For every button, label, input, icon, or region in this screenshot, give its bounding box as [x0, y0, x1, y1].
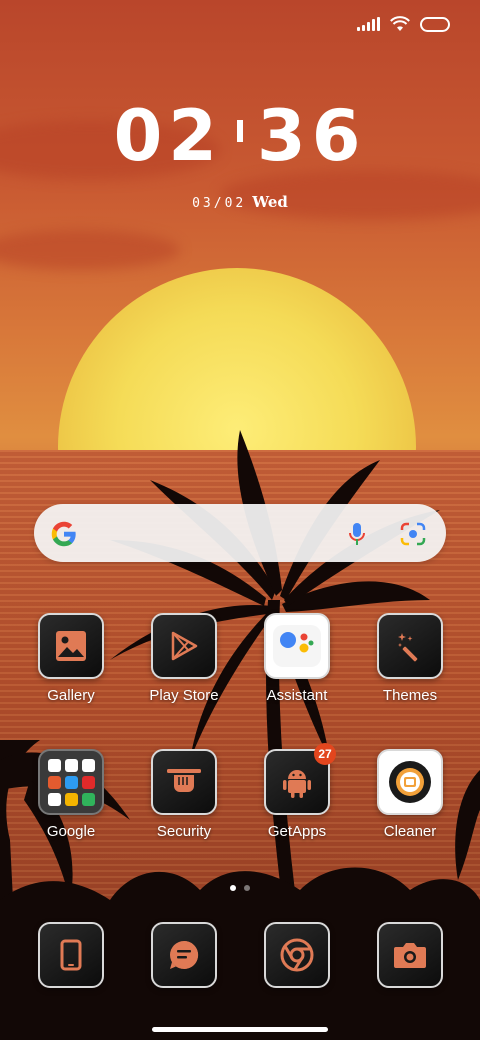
dock-phone[interactable] — [21, 922, 121, 988]
dock-messages[interactable] — [134, 922, 234, 988]
page-indicator[interactable] — [0, 878, 480, 896]
camera-icon — [377, 922, 443, 988]
google-g-icon — [51, 521, 76, 547]
clock-widget[interactable]: 02 36 — [0, 96, 480, 176]
app-label: GetApps — [267, 823, 327, 840]
app-label: Gallery — [47, 687, 95, 704]
folder-icon — [38, 749, 104, 815]
date-widget[interactable]: 03/02 Wed — [0, 192, 480, 211]
app-google-folder[interactable]: Google — [21, 749, 121, 840]
google-lens-icon[interactable] — [400, 522, 426, 546]
magic-wand-icon — [377, 613, 443, 679]
date-text: 03/02 — [192, 196, 247, 211]
signal-icon — [357, 17, 380, 31]
phone-icon — [38, 922, 104, 988]
security-hand-icon — [151, 749, 217, 815]
cleaner-icon — [377, 749, 443, 815]
android-icon: 27 — [264, 743, 336, 815]
app-label: Assistant — [266, 687, 328, 704]
status-bar — [357, 16, 450, 32]
page-dot-active — [230, 885, 236, 891]
app-play-store[interactable]: Play Store — [134, 613, 234, 704]
app-cleaner[interactable]: Cleaner — [360, 749, 460, 840]
home-gesture-bar[interactable] — [152, 1027, 328, 1032]
weekday-text: Wed — [252, 193, 288, 211]
assistant-icon — [264, 613, 330, 679]
app-getapps[interactable]: 27 GetApps — [247, 743, 347, 840]
gallery-icon — [38, 613, 104, 679]
dock-chrome[interactable] — [247, 922, 347, 988]
battery-icon — [420, 16, 450, 32]
clock-separator — [237, 119, 243, 142]
app-assistant[interactable]: Assistant — [247, 613, 347, 704]
play-store-icon — [151, 613, 217, 679]
page-dot — [244, 885, 250, 891]
dock-camera[interactable] — [360, 922, 460, 988]
google-search-bar[interactable] — [34, 504, 446, 562]
app-label: Security — [156, 823, 212, 840]
app-gallery[interactable]: Gallery — [21, 613, 121, 704]
notification-badge: 27 — [314, 743, 336, 765]
app-label: Themes — [382, 687, 438, 704]
clock-minutes: 36 — [257, 95, 367, 177]
app-label: Google — [46, 823, 96, 840]
app-themes[interactable]: Themes — [360, 613, 460, 704]
app-security[interactable]: Security — [134, 749, 234, 840]
app-label: Play Store — [149, 687, 219, 704]
microphone-icon[interactable] — [348, 522, 366, 546]
messages-icon — [151, 922, 217, 988]
app-label: Cleaner — [383, 823, 437, 840]
clock-hours: 02 — [113, 95, 223, 177]
chrome-icon — [264, 922, 330, 988]
wifi-icon — [390, 16, 410, 31]
